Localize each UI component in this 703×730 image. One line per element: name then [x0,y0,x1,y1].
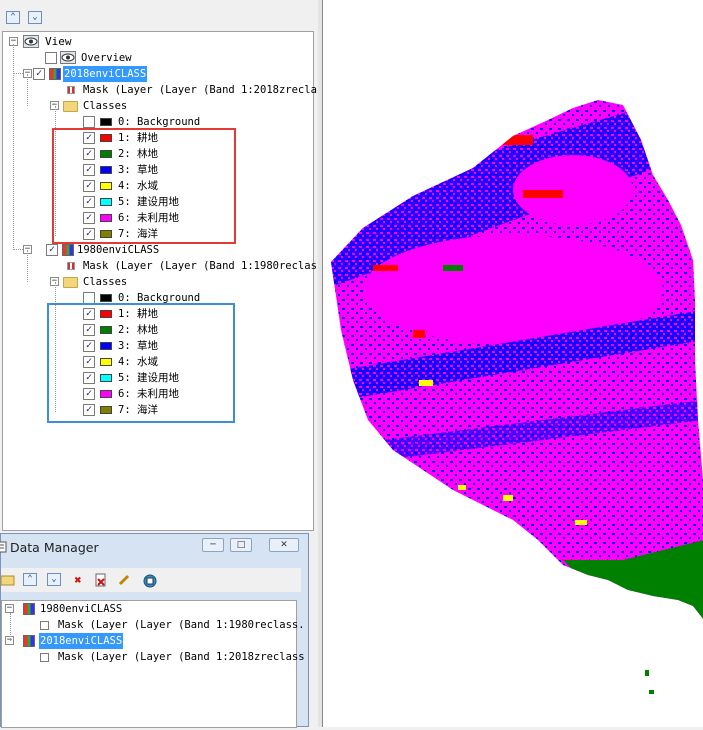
data-manager-toolbar: ⌃ ⌄ ✖ [0,568,301,592]
layer-2018-name[interactable]: 2018enviCLASS [63,66,148,82]
dm-item-2018[interactable]: − 2018enviCLASS [2,633,296,649]
folder-icon [63,277,78,288]
layer-toolbar: ⌃ ⌄ [0,0,318,30]
close-all-files-icon[interactable] [94,573,108,587]
mask-2018-label: Mask (Layer (Layer (Band 1:2018zreclass [83,84,330,96]
pin-icon[interactable] [117,573,131,587]
mask-icon [67,86,75,94]
collapse-toggle[interactable]: − [5,604,14,613]
data-manager-tree[interactable]: − 1980enviCLASS Mask (Layer (Layer (Band… [1,600,305,728]
data-manager-icon [0,541,7,553]
overview-label: Overview [81,52,132,64]
tree-node-overview[interactable]: Overview [3,50,303,66]
overview-checkbox[interactable] [45,52,57,64]
band-checkbox[interactable] [40,621,49,630]
tree-node-classes-1980[interactable]: − Classes [3,274,303,290]
dm-mask-2018-label[interactable]: Mask (Layer (Layer (Band 1:2018zreclass [58,649,305,665]
view-eye-icon [23,35,39,48]
overview-eye-icon [60,51,76,64]
class-checkbox[interactable] [83,116,95,128]
class-color-swatch [100,294,112,302]
highlight-box-2018-classes [52,128,236,244]
dm-mask-1980-label[interactable]: Mask (Layer (Layer (Band 1:1980reclass. [58,617,305,633]
view-label: View [45,35,72,48]
dm-item-1980[interactable]: − 1980enviCLASS [2,601,296,617]
class-color-swatch [100,118,112,126]
close-button[interactable]: ✕ [269,538,299,552]
image-display[interactable] [322,0,703,727]
dm-mask-1980[interactable]: Mask (Layer (Layer (Band 1:1980reclass. [2,617,305,633]
raster-file-icon [23,635,35,647]
data-manager-title: Data Manager [10,540,99,555]
expand-all-button[interactable]: ⌄ [28,11,42,24]
layer-2018-checkbox[interactable]: ✓ [33,68,45,80]
link-display-icon[interactable] [142,573,157,588]
open-folder-icon[interactable] [0,573,15,587]
maximize-button[interactable]: □ [230,538,252,552]
band-checkbox[interactable] [40,653,49,662]
tree-node-classes-2018[interactable]: − Classes [3,98,303,114]
layer-tree[interactable]: − View Overview − ✓ 2018enviCLASS Mask (… [2,31,330,531]
classes-2018-label: Classes [83,100,128,112]
tree-node-layer-1980[interactable]: − ✓ 1980enviCLASS [3,242,303,258]
mask-icon [67,262,75,270]
tree-node-mask-1980[interactable]: Mask (Layer (Layer (Band 1:1980reclass [3,258,323,274]
move-up-button[interactable]: ⌃ [23,573,37,586]
dm-item-2018-name[interactable]: 2018enviCLASS [39,633,124,649]
raster-layer-icon [62,244,74,256]
folder-icon [63,101,78,112]
tree-node-layer-2018[interactable]: − ✓ 2018enviCLASS [3,66,303,82]
classes-1980-label: Classes [83,276,128,288]
dm-mask-2018[interactable]: Mask (Layer (Layer (Band 1:2018zreclass [2,649,305,665]
dm-item-1980-name[interactable]: 1980enviCLASS [40,601,122,617]
layer-manager-panel: ⌃ ⌄ − View Overview − ✓ 2018enviCLASS Ma… [0,0,330,533]
land-use-classification-image [331,100,703,694]
raster-file-icon [23,603,35,615]
highlight-box-1980-classes [47,303,235,423]
data-manager-window[interactable]: Data Manager ─ □ ✕ ⌃ ⌄ ✖ − 1980enviCLASS… [0,533,309,728]
raster-layer-icon [49,68,61,80]
layer-1980-name[interactable]: 1980enviCLASS [77,242,159,258]
mask-1980-label: Mask (Layer (Layer (Band 1:1980reclass [83,260,324,272]
tree-node-mask-2018[interactable]: Mask (Layer (Layer (Band 1:2018zreclass [3,82,330,98]
layer-1980-checkbox[interactable]: ✓ [46,244,58,256]
tree-node-view[interactable]: − View [3,34,303,50]
close-file-icon[interactable]: ✖ [71,573,85,587]
collapse-all-button[interactable]: ⌃ [6,11,20,24]
minimize-button[interactable]: ─ [202,538,224,552]
move-down-button[interactable]: ⌄ [47,573,61,586]
